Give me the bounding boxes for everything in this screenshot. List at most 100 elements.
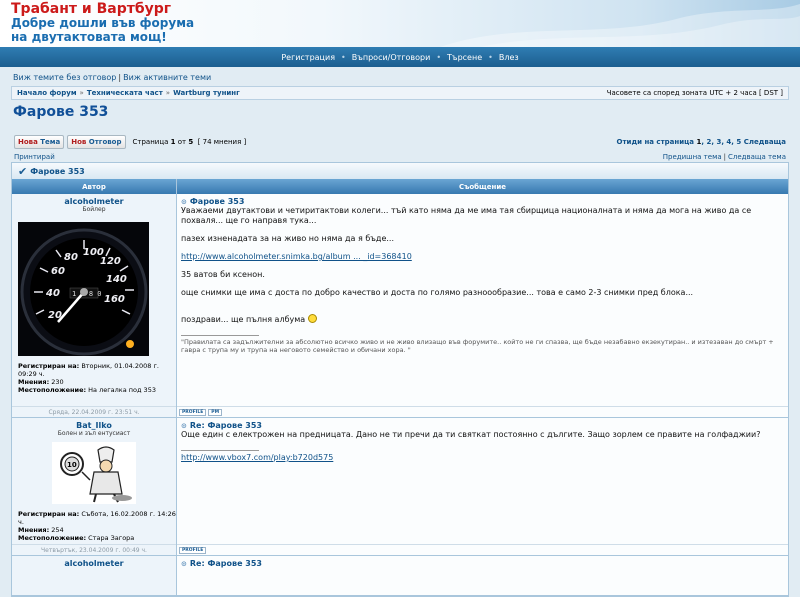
- header-wave-graphic: [440, 4, 800, 47]
- post-author[interactable]: Bat_Ilko: [12, 418, 176, 430]
- gauge-label: 60: [51, 266, 65, 277]
- nav-register-link[interactable]: Регистрация: [281, 53, 335, 62]
- location-value: Стара Загора: [88, 534, 135, 542]
- topic-nav-bar: Принтирай Предишна тема | Следваща тема: [14, 153, 786, 161]
- post-body: ⊙ Re: Фарове 353: [177, 556, 788, 595]
- nav-search-link[interactable]: Търсене: [447, 53, 482, 62]
- page-5-link[interactable]: 5: [736, 138, 741, 146]
- new-topic-label-first: Нова: [18, 138, 41, 146]
- post-author-details: Регистриран на: Вторник, 01.04.2008 г. 0…: [18, 362, 176, 394]
- page-current: 1: [170, 138, 176, 146]
- post: alcoholmeter Бойлер 20 40 60 80 100 120: [12, 194, 788, 418]
- posts-label: Мнения:: [18, 526, 50, 534]
- nav-bullet-icon: •: [341, 52, 346, 62]
- breadcrumb-home[interactable]: Начало форум: [17, 89, 77, 97]
- post-subject: ⊙ Re: Фарове 353: [177, 418, 788, 430]
- post-actions: PROFILE PM: [177, 406, 788, 417]
- print-link[interactable]: Принтирай: [14, 153, 55, 161]
- pagination: Отиди на страница 1, 2, 3, 4, 5 Следваща: [616, 138, 786, 146]
- post: Bat_Ilko Болен и зъл ентусиаст 10 Регист…: [12, 418, 788, 556]
- new-topic-label-rest: Тема: [40, 138, 61, 146]
- gauge-label: 160: [104, 294, 125, 305]
- video-link[interactable]: http://www.vbox7.com/play:b720d575: [181, 453, 333, 462]
- link-separator: |: [118, 73, 122, 82]
- breadcrumb-trail: Начало форум» Техническата част» Wartburg …: [17, 89, 240, 97]
- post-actions: PROFILE: [177, 544, 788, 555]
- gauge-label: 140: [106, 274, 127, 285]
- post-content: Уважаеми двутактови и четиритактови коле…: [177, 206, 788, 354]
- new-topic-button[interactable]: Нова Тема: [14, 135, 65, 149]
- breadcrumb-category[interactable]: Техническата част: [87, 89, 163, 97]
- topic-category-title[interactable]: Фарове 353: [30, 167, 85, 176]
- post-author-rank: Болен и зъл ентусиаст: [57, 430, 131, 437]
- nav-faq-link[interactable]: Въпроси/Отговори: [352, 53, 431, 62]
- page-1-current: 1: [696, 138, 702, 146]
- page-total: 5: [188, 138, 194, 146]
- pm-button[interactable]: PM: [208, 408, 223, 416]
- site-header: Трабант и Вартбург Добре дошли във форум…: [0, 0, 800, 47]
- nav-login-link[interactable]: Влез: [499, 53, 519, 62]
- post-profile: alcoholmeter: [12, 556, 177, 595]
- post-signature: "Правилата са задължителни за абсолютно …: [181, 338, 774, 354]
- reply-label-rest: Отговор: [88, 138, 122, 146]
- post-content: Още един с електрожен на предницата. Дан…: [177, 430, 788, 463]
- table-header: Автор Съобщение: [12, 179, 788, 194]
- profile-button[interactable]: PROFILE: [179, 546, 207, 554]
- profile-button[interactable]: PROFILE: [179, 408, 207, 416]
- page-2-link[interactable]: 2: [706, 138, 711, 146]
- post: alcoholmeter ⊙ Re: Фарове 353: [12, 556, 788, 596]
- location-label: Местоположение:: [18, 534, 87, 542]
- posts-value: 230: [51, 378, 64, 386]
- post-subject-text[interactable]: Фарове 353: [190, 197, 245, 206]
- reply-count: [ 74 мнения ]: [197, 138, 247, 146]
- page-4-link[interactable]: 4: [726, 138, 731, 146]
- gauge-label: 40: [45, 288, 60, 299]
- avatar: 10: [52, 442, 136, 504]
- posts-label: Мнения:: [18, 378, 50, 386]
- post-line: Уважаеми двутактови и четиритактови коле…: [181, 206, 752, 225]
- posts-value: 254: [51, 526, 64, 534]
- post-subject: ⊙ Re: Фарове 353: [177, 556, 788, 568]
- topic-action-bar: Нова Тема Нов Отговор Страница 1 от 5 [ …: [14, 134, 786, 150]
- post-date: Сряда, 22.04.2009 г. 23:51 ч.: [12, 406, 176, 417]
- post-line: поздрави... ще пълня албума: [181, 315, 306, 324]
- checkmark-icon: ✔: [18, 164, 28, 178]
- site-title[interactable]: Трабант и Вартбург: [11, 2, 171, 17]
- post-line: още снимки ще има с доста по добро качес…: [181, 288, 694, 297]
- post-subject-text[interactable]: Re: Фарове 353: [190, 421, 262, 430]
- page-of: от: [177, 138, 187, 146]
- goto-page-link[interactable]: Отиди на страница: [617, 138, 695, 146]
- page-3-link[interactable]: 3: [716, 138, 721, 146]
- page-title[interactable]: Фарове 353: [13, 104, 108, 120]
- unanswered-topics-link[interactable]: Виж темите без отговор: [13, 73, 116, 82]
- post-body: ⊙ Re: Фарове 353 Още един с електрожен на…: [177, 418, 788, 555]
- breadcrumb-forum[interactable]: Wartburg тунинг: [173, 89, 240, 97]
- registered-label: Регистриран на:: [18, 362, 80, 370]
- post-subject-text[interactable]: Re: Фарове 353: [190, 559, 262, 568]
- signature-divider: [181, 450, 259, 451]
- next-topic-link[interactable]: Следваща тема: [728, 153, 786, 161]
- prev-topic-link[interactable]: Предишна тема: [663, 153, 722, 161]
- post-line: пазех изненадата за на живо но няма да я…: [181, 234, 394, 243]
- reply-button[interactable]: Нов Отговор: [67, 135, 126, 149]
- active-topics-link[interactable]: Виж активните теми: [123, 73, 211, 82]
- post-author[interactable]: alcoholmeter: [12, 556, 176, 568]
- breadcrumb-separator-icon: »: [79, 89, 84, 97]
- post-icon: ⊙: [181, 197, 187, 206]
- album-link[interactable]: http://www.alcoholmeter.snimka.bg/album …: [181, 252, 412, 261]
- top-links: Виж темите без отговор | Виж активните тем…: [0, 67, 800, 83]
- location-label: Местоположение:: [18, 386, 87, 394]
- svg-text:10: 10: [67, 461, 77, 469]
- location-value: На легалка под 353: [88, 386, 156, 394]
- topic-category-row: ✔ Фарове 353: [12, 163, 788, 179]
- page-info: Страница 1 от 5 [ 74 мнения ]: [133, 138, 247, 146]
- next-page-link[interactable]: Следваща: [744, 138, 786, 146]
- registered-label: Регистриран на:: [18, 510, 80, 518]
- breadcrumb: Начало форум» Техническата част» Wartburg …: [11, 86, 789, 100]
- post-author[interactable]: alcoholmeter: [12, 194, 176, 206]
- post-subject: ⊙ Фарове 353: [177, 194, 788, 206]
- message-column-header: Съобщение: [458, 182, 507, 191]
- signature-divider: [181, 335, 259, 336]
- post-icon: ⊙: [181, 421, 187, 430]
- timezone-info: Часовете са според зоната UTC + 2 часа […: [606, 89, 783, 97]
